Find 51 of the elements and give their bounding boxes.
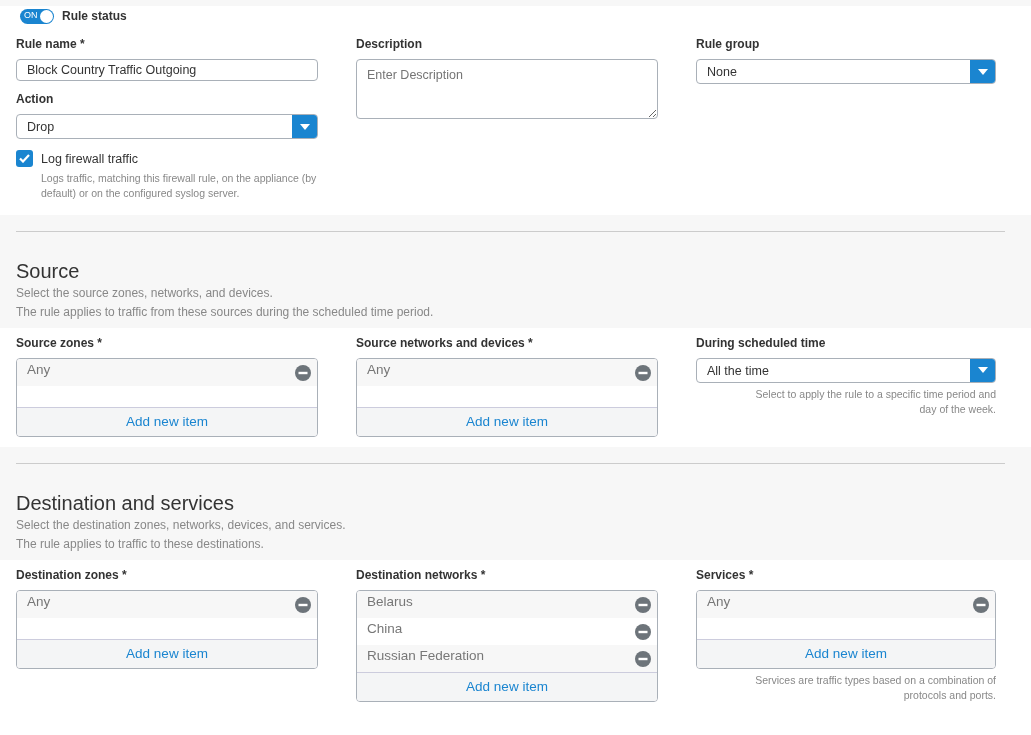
section-description: The rule applies to traffic to these destinations. bbox=[16, 535, 265, 553]
list-item: Any bbox=[367, 360, 391, 379]
add-item-button[interactable]: Add new item bbox=[17, 638, 317, 668]
checkbox-label: Log firewall traffic bbox=[41, 151, 140, 168]
help-text: Select to apply the rule to a specific time period and day of the week. bbox=[754, 386, 996, 417]
field-label: Services * bbox=[696, 566, 755, 584]
field-label: Rule group bbox=[696, 36, 761, 53]
list-item: Russian Federation bbox=[367, 646, 485, 665]
rule-group-select[interactable]: None bbox=[696, 59, 996, 84]
checkbox[interactable] bbox=[16, 150, 33, 167]
remove-icon[interactable] bbox=[295, 596, 311, 613]
toggle-label: Rule status bbox=[62, 8, 127, 25]
section-title: Destination and services bbox=[16, 490, 235, 516]
field-label: Rule name * bbox=[16, 36, 86, 53]
section-title: Source bbox=[16, 258, 81, 284]
help-text: Logs traffic, matching this firewall rule, on the appliance (by default) or on the configured syslog server. bbox=[41, 170, 318, 201]
field-label: Destination networks * bbox=[356, 566, 487, 584]
remove-icon[interactable] bbox=[295, 364, 311, 381]
remove-icon[interactable] bbox=[635, 623, 651, 640]
caret-icon bbox=[977, 367, 988, 374]
check-icon bbox=[19, 154, 30, 163]
add-item-button[interactable]: Add new item bbox=[17, 406, 317, 436]
caret-icon bbox=[299, 123, 310, 130]
schedule-select[interactable]: All the time bbox=[696, 357, 996, 383]
list-item: China bbox=[367, 619, 403, 638]
remove-icon[interactable] bbox=[635, 364, 651, 381]
remove-icon[interactable] bbox=[973, 596, 989, 613]
list-item: Any bbox=[27, 592, 51, 611]
section-description: Select the source zones, networks, and devices. bbox=[16, 284, 274, 302]
field-label: During scheduled time bbox=[696, 334, 827, 352]
remove-icon[interactable] bbox=[635, 596, 651, 613]
help-text: Services are traffic types based on a combination of protocols and ports. bbox=[754, 672, 996, 703]
section-description: Select the destination zones, networks, devices, and services. bbox=[16, 516, 347, 534]
add-item-button[interactable]: Add new item bbox=[357, 671, 657, 701]
section-description: The rule applies to traffic from these sources during the scheduled time period. bbox=[16, 303, 435, 321]
add-item-button[interactable]: Add new item bbox=[697, 638, 995, 668]
rule-name-field[interactable]: Block Country Traffic Outgoing bbox=[16, 59, 318, 81]
list-item: Any bbox=[707, 592, 731, 611]
field-label: Destination zones * bbox=[16, 566, 128, 584]
field-label: Source networks and devices * bbox=[356, 334, 534, 352]
list-item: Any bbox=[27, 360, 51, 379]
caret-icon bbox=[977, 68, 988, 75]
toggle-switch[interactable]: ON bbox=[20, 8, 54, 24]
action-select[interactable]: Drop bbox=[16, 114, 318, 139]
add-item-button[interactable]: Add new item bbox=[357, 406, 657, 436]
field-label: Action bbox=[16, 91, 55, 108]
remove-icon[interactable] bbox=[635, 650, 651, 667]
field-label: Description bbox=[356, 36, 423, 53]
field-label: Source zones * bbox=[16, 334, 104, 352]
list-item: Belarus bbox=[367, 592, 413, 611]
description-field[interactable]: Enter Description bbox=[356, 59, 658, 119]
